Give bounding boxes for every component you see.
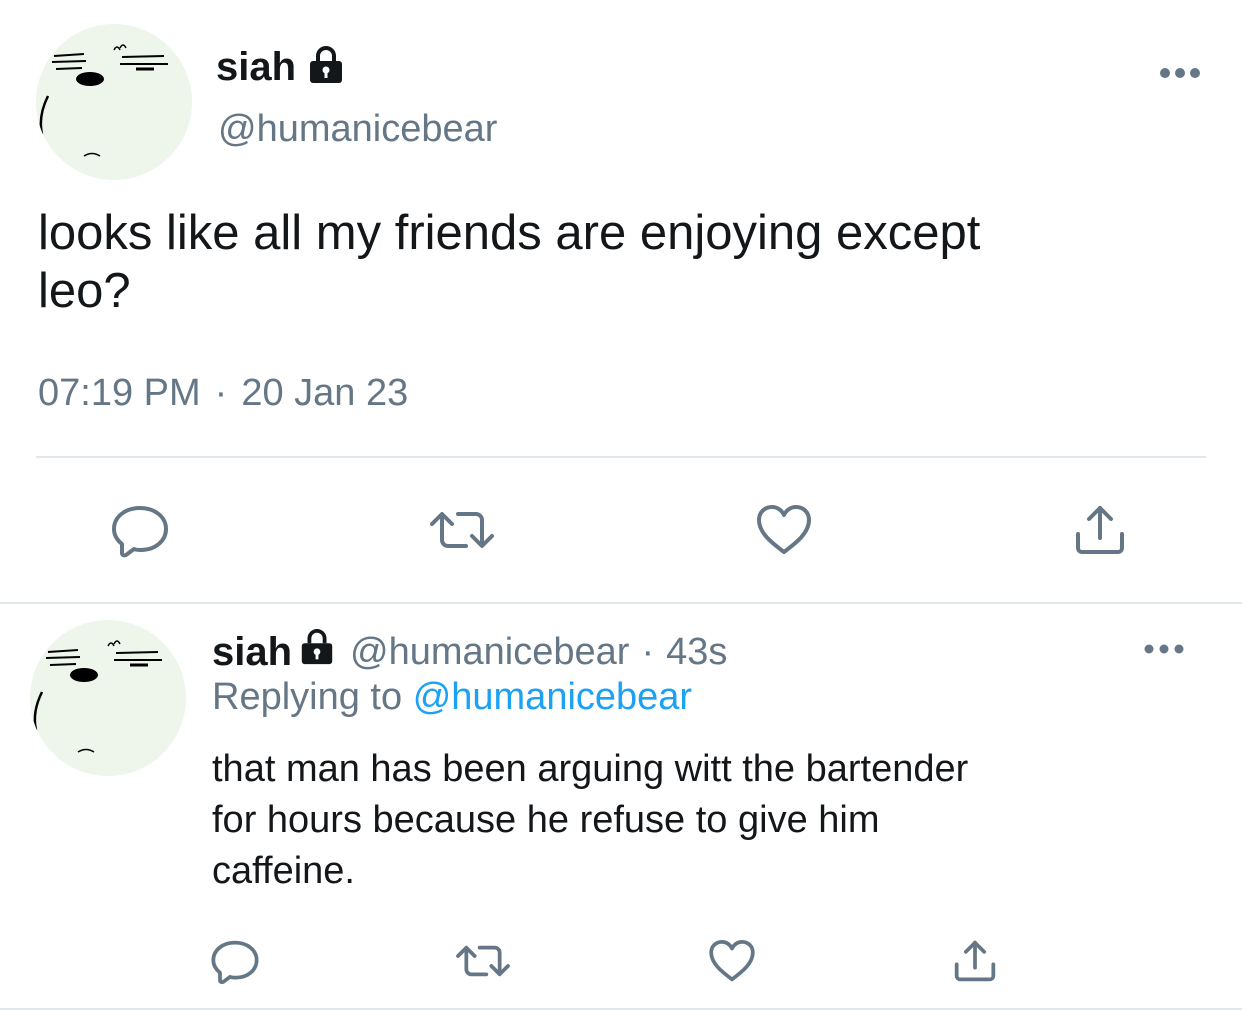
author-name-row: siah [216, 40, 346, 94]
lock-icon [306, 45, 346, 90]
meta-separator: · [641, 630, 655, 673]
action-bar [110, 500, 1130, 560]
avatar[interactable] [36, 24, 192, 180]
share-icon[interactable] [950, 936, 1000, 986]
action-bar [210, 934, 1000, 988]
share-icon[interactable] [1070, 500, 1130, 560]
bottom-divider [0, 1008, 1242, 1010]
tweet-time: 07:19 PM [38, 372, 201, 414]
reply-icon[interactable] [210, 936, 260, 986]
reply-header: siah @humanicebear · 43s [212, 626, 727, 678]
like-icon[interactable] [754, 500, 814, 560]
tweet-text: that man has been arguing witt the barte… [212, 748, 969, 892]
more-icon[interactable] [1158, 66, 1202, 80]
lock-icon [298, 628, 336, 676]
more-icon[interactable] [1142, 642, 1186, 656]
grumpy-face-avatar-icon [30, 620, 186, 776]
retweet-icon[interactable] [426, 500, 498, 560]
meta-separator: · [214, 372, 228, 414]
retweet-icon[interactable] [453, 936, 513, 986]
tweet-age[interactable]: 43s [666, 631, 727, 674]
main-tweet: siah @humanicebear looks like all my fri… [0, 0, 1242, 603]
reply-tweet[interactable]: siah @humanicebear · 43s Replying to @hu… [0, 604, 1242, 1011]
reply-icon[interactable] [110, 500, 170, 560]
divider [36, 456, 1206, 458]
author-handle[interactable]: @humanicebear [350, 631, 629, 674]
replying-mention-link[interactable]: @humanicebear [413, 676, 692, 718]
grumpy-face-avatar-icon [36, 24, 192, 180]
replying-prefix: Replying to [212, 676, 403, 718]
tweet-text: looks like all my friends are enjoying e… [38, 206, 981, 318]
avatar[interactable] [30, 620, 186, 776]
author-handle[interactable]: @humanicebear [218, 108, 497, 151]
replying-to: Replying to @humanicebear [212, 676, 692, 719]
tweet-date: 20 Jan 23 [241, 372, 409, 414]
tweet-timestamp[interactable]: 07:19 PM · 20 Jan 23 [38, 372, 408, 415]
like-icon[interactable] [707, 936, 757, 986]
display-name[interactable]: siah [216, 45, 296, 90]
display-name[interactable]: siah [212, 630, 292, 675]
